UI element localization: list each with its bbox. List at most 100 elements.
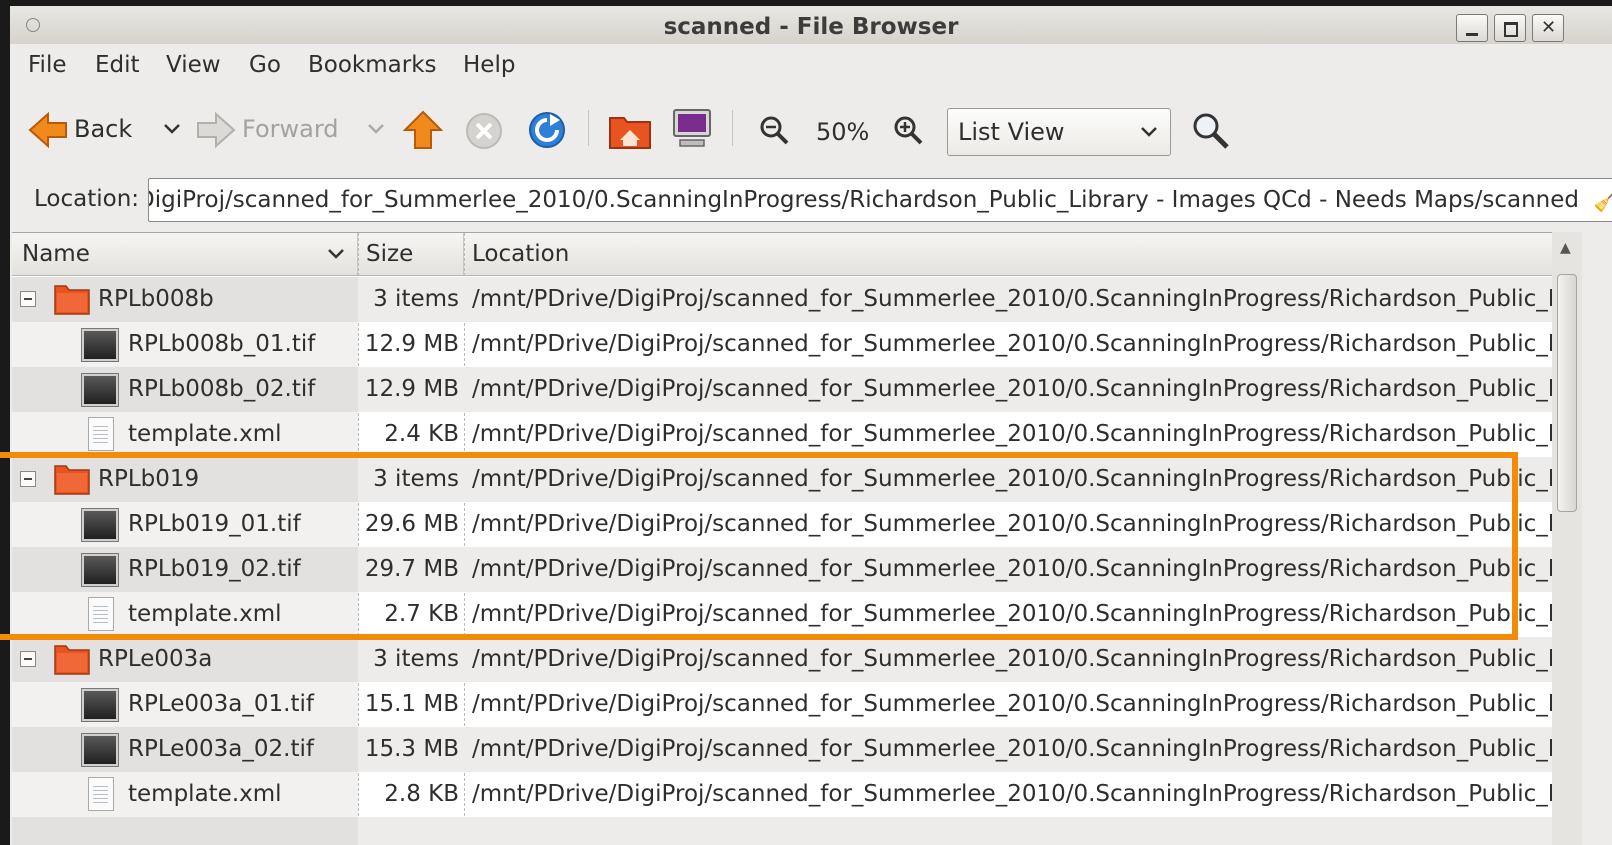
file-location: /mnt/PDrive/DigiProj/scanned_for_Summerl… — [472, 691, 1552, 717]
file-name: RPLe003a_01.tif — [128, 691, 314, 717]
location-path: /mnt/PDrive/DigiProj/scanned_for_Summerl… — [148, 187, 1579, 213]
column-name[interactable]: Name — [12, 233, 358, 275]
file-location: /mnt/PDrive/DigiProj/scanned_for_Summerl… — [472, 646, 1552, 672]
file-size: 2.7 KB — [384, 601, 459, 627]
file-size: 3 items — [373, 286, 459, 312]
chevron-down-icon[interactable] — [162, 122, 182, 136]
stop-icon[interactable] — [465, 112, 503, 150]
file-browser-window: scanned - File Browser File Edit View Go… — [10, 6, 1612, 845]
home-icon[interactable] — [608, 108, 652, 152]
collapse-toggle[interactable] — [20, 291, 36, 307]
table-row[interactable]: RPLe003a 3 items /mnt/PDrive/DigiProj/sc… — [12, 637, 1552, 682]
collapse-toggle[interactable] — [20, 471, 36, 487]
sort-chevron-icon — [328, 249, 344, 259]
file-name: RPLe003a — [98, 646, 213, 672]
toolbar: Back Forward 50% List View — [10, 94, 1612, 164]
image-file-icon — [82, 329, 118, 361]
file-size: 3 items — [373, 646, 459, 672]
reload-icon[interactable] — [526, 108, 568, 150]
text-file-icon — [88, 597, 114, 631]
vertical-scrollbar[interactable]: ▲ — [1552, 232, 1582, 845]
forward-button[interactable]: Forward — [196, 106, 386, 154]
menu-edit[interactable]: Edit — [95, 52, 140, 78]
table-row[interactable]: RPLb019_02.tif 29.7 MB /mnt/PDrive/DigiP… — [12, 547, 1552, 592]
up-icon[interactable] — [403, 110, 443, 150]
table-row[interactable] — [12, 817, 1552, 845]
file-list[interactable]: Name Size Location RPLb008b 3 items /mnt… — [12, 232, 1552, 845]
search-icon[interactable] — [1190, 110, 1230, 150]
table-row[interactable]: RPLe003a_02.tif 15.3 MB /mnt/PDrive/Digi… — [12, 727, 1552, 772]
location-input[interactable]: /mnt/PDrive/DigiProj/scanned_for_Summerl… — [148, 178, 1612, 222]
file-location: /mnt/PDrive/DigiProj/scanned_for_Summerl… — [472, 556, 1552, 582]
menu-file[interactable]: File — [28, 52, 67, 78]
close-button[interactable] — [1532, 14, 1564, 42]
window-title: scanned - File Browser — [663, 14, 959, 40]
chevron-down-icon[interactable] — [366, 122, 386, 136]
scroll-up-icon[interactable]: ▲ — [1560, 240, 1571, 256]
zoom-out-icon[interactable] — [758, 114, 790, 146]
column-size[interactable]: Size — [358, 233, 464, 275]
file-location: /mnt/PDrive/DigiProj/scanned_for_Summerl… — [472, 376, 1552, 402]
scrollbar-thumb[interactable] — [1557, 274, 1577, 512]
zoom-in-icon[interactable] — [892, 114, 924, 146]
file-size: 2.8 KB — [384, 781, 459, 807]
image-file-icon — [82, 374, 118, 406]
table-row[interactable]: RPLe003a_01.tif 15.1 MB /mnt/PDrive/Digi… — [12, 682, 1552, 727]
file-size: 15.3 MB — [364, 736, 459, 762]
column-location[interactable]: Location — [464, 233, 1552, 275]
menu-bar: File Edit View Go Bookmarks Help — [10, 48, 1612, 88]
file-name: RPLb008b_01.tif — [128, 331, 316, 357]
folder-icon — [54, 285, 90, 315]
clear-location-icon[interactable]: 🧹 — [1593, 185, 1612, 213]
back-label: Back — [74, 115, 133, 143]
table-row[interactable]: RPLb008b_02.tif 12.9 MB /mnt/PDrive/Digi… — [12, 367, 1552, 412]
toolbar-separator — [732, 110, 733, 146]
file-size: 29.7 MB — [364, 556, 459, 582]
location-bar: Location: /mnt/PDrive/DigiProj/scanned_f… — [10, 174, 1612, 226]
file-name: template.xml — [128, 421, 282, 447]
minimize-button[interactable] — [1456, 14, 1488, 42]
table-row[interactable]: RPLb019 3 items /mnt/PDrive/DigiProj/sca… — [12, 457, 1552, 502]
menu-bookmarks[interactable]: Bookmarks — [308, 52, 437, 78]
table-row[interactable]: template.xml 2.8 KB /mnt/PDrive/DigiProj… — [12, 772, 1552, 817]
table-row[interactable]: template.xml 2.4 KB /mnt/PDrive/DigiProj… — [12, 412, 1552, 457]
file-name: RPLb008b — [98, 286, 214, 312]
table-row[interactable]: RPLb008b 3 items /mnt/PDrive/DigiProj/sc… — [12, 277, 1552, 322]
menu-help[interactable]: Help — [463, 52, 515, 78]
file-size: 15.1 MB — [364, 691, 459, 717]
file-location: /mnt/PDrive/DigiProj/scanned_for_Summerl… — [472, 466, 1552, 492]
file-name: RPLb019 — [98, 466, 200, 492]
menu-go[interactable]: Go — [249, 52, 281, 78]
view-mode-select[interactable]: List View — [947, 108, 1171, 156]
image-file-icon — [82, 689, 118, 721]
file-size: 12.9 MB — [364, 376, 459, 402]
file-name: RPLb019_02.tif — [128, 556, 301, 582]
file-location: /mnt/PDrive/DigiProj/scanned_for_Summerl… — [472, 286, 1552, 312]
folder-icon — [54, 465, 90, 495]
forward-label: Forward — [242, 115, 339, 143]
file-size: 12.9 MB — [364, 331, 459, 357]
text-file-icon — [88, 777, 114, 811]
chevron-down-icon — [1141, 127, 1157, 137]
file-location: /mnt/PDrive/DigiProj/scanned_for_Summerl… — [472, 601, 1552, 627]
computer-icon[interactable] — [670, 106, 714, 150]
collapse-toggle[interactable] — [20, 651, 36, 667]
table-row[interactable]: RPLb008b_01.tif 12.9 MB /mnt/PDrive/Digi… — [12, 322, 1552, 367]
table-row[interactable]: template.xml 2.7 KB /mnt/PDrive/DigiProj… — [12, 592, 1552, 637]
file-size: 2.4 KB — [384, 421, 459, 447]
menu-view[interactable]: View — [166, 52, 221, 78]
zoom-level[interactable]: 50% — [816, 118, 869, 146]
table-row[interactable]: RPLb019_01.tif 29.6 MB /mnt/PDrive/DigiP… — [12, 502, 1552, 547]
column-name-label: Name — [22, 241, 90, 267]
folder-icon — [54, 645, 90, 675]
column-location-label: Location — [472, 241, 570, 267]
column-header: Name Size Location — [12, 233, 1552, 276]
back-button[interactable]: Back — [24, 106, 194, 154]
title-bar[interactable]: scanned - File Browser — [10, 6, 1612, 44]
maximize-button[interactable] — [1494, 14, 1526, 42]
toolbar-separator — [588, 110, 589, 146]
file-location: /mnt/PDrive/DigiProj/scanned_for_Summerl… — [472, 511, 1552, 537]
file-name: RPLb019_01.tif — [128, 511, 301, 537]
location-label: Location: — [34, 186, 140, 212]
file-location: /mnt/PDrive/DigiProj/scanned_for_Summerl… — [472, 331, 1552, 357]
